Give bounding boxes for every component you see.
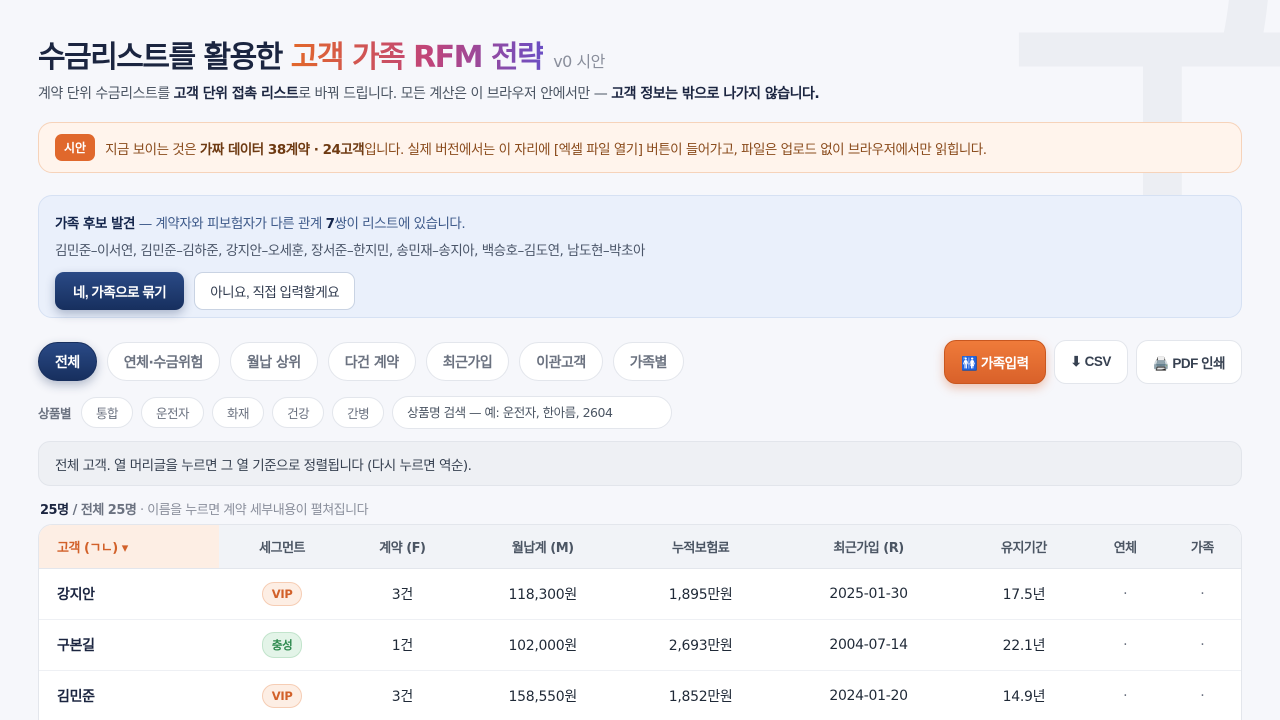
table-row[interactable]: 김민준 VIP 3건 158,550원 1,852만원 2024-01-20 1… bbox=[39, 670, 1241, 720]
tab-transferred[interactable]: 이관고객 bbox=[519, 342, 603, 381]
column-header-customer[interactable]: 고객 (ㄱㄴ) ▾ bbox=[39, 525, 220, 569]
column-header-overdue[interactable]: 연체 bbox=[1086, 525, 1164, 569]
recent-cell: 2025-01-30 bbox=[775, 568, 962, 620]
filter-chip-fire[interactable]: 화재 bbox=[212, 397, 265, 428]
column-header-monthly[interactable]: 월납계 (M) bbox=[460, 525, 626, 569]
contracts-cell: 3건 bbox=[344, 670, 461, 720]
contracts-cell: 3건 bbox=[344, 568, 461, 620]
product-filters: 상품별 통합 운전자 화재 건강 간병 bbox=[38, 396, 673, 429]
subtitle-emphasis: 고객 단위 접촉 리스트 bbox=[173, 86, 299, 102]
tenure-cell: 22.1년 bbox=[961, 619, 1087, 671]
cumulative-cell: 1,895만원 bbox=[625, 568, 776, 620]
tab-multi-contract[interactable]: 다건 계약 bbox=[327, 342, 416, 381]
tab-by-family[interactable]: 가족별 bbox=[612, 342, 684, 381]
family-cell: · bbox=[1163, 670, 1241, 720]
total-count: / 전체 25명 bbox=[68, 503, 137, 518]
title-accent: 고객 가족 RFM 전략 bbox=[290, 40, 545, 75]
product-filter-label: 상품별 bbox=[38, 406, 72, 421]
toolbar-actions: 🚻 가족입력 ⬇ CSV 🖨️ PDF 인쇄 bbox=[944, 340, 1242, 384]
customer-name[interactable]: 구본길 bbox=[39, 619, 220, 671]
table-row[interactable]: 구본길 충성 1건 102,000원 2,693만원 2004-07-14 22… bbox=[39, 619, 1241, 671]
result-count: 25명 / 전체 25명 · 이름을 누르면 계약 세부내용이 펼쳐집니다 bbox=[40, 499, 369, 518]
customer-table-container: 고객 (ㄱㄴ) ▾ 세그먼트 계약 (F) 월납계 (M) 누적보험료 최근가입… bbox=[38, 524, 1242, 720]
family-candidate-panel: 가족 후보 발견 — 계약자와 피보험자가 다른 관계 7쌍이 리스트에 있습니… bbox=[38, 195, 1242, 318]
family-actions: 네, 가족으로 묶기 아니요, 직접 입력할게요 bbox=[55, 272, 1225, 310]
tenure-cell: 17.5년 bbox=[961, 568, 1087, 620]
notice-text: 지금 보이는 것은 가짜 데이터 38계약 · 24고객입니다. 실제 버전에서… bbox=[105, 138, 987, 158]
subtitle-part: 계약 단위 수금리스트를 bbox=[38, 86, 174, 102]
subtitle-part: 로 바꿔 드립니다. 모든 계산은 이 브라우저 안에서만 — bbox=[298, 86, 612, 102]
count-hint: · 이름을 누르면 계약 세부내용이 펼쳐집니다 bbox=[136, 503, 369, 518]
column-header-family[interactable]: 가족 bbox=[1163, 525, 1241, 569]
filter-chip-driver[interactable]: 운전자 bbox=[141, 397, 205, 428]
confirm-family-button[interactable]: 네, 가족으로 묶기 bbox=[55, 272, 185, 310]
segment-badge: 충성 bbox=[261, 631, 303, 658]
segment-cell: VIP bbox=[219, 568, 345, 620]
family-cell: · bbox=[1163, 568, 1241, 620]
monthly-cell: 118,300원 bbox=[460, 568, 626, 620]
notice-text-part: 지금 보이는 것은 bbox=[105, 141, 200, 158]
filter-chip-health[interactable]: 건강 bbox=[272, 397, 325, 428]
cumulative-cell: 1,852만원 bbox=[625, 670, 776, 720]
tab-overdue-risk[interactable]: 연체·수금위험 bbox=[106, 342, 220, 381]
segment-badge: VIP bbox=[261, 683, 303, 708]
notice-text-part: 입니다. 실제 버전에서는 이 자리에 [엑셀 파일 열기] 버튼이 들어가고,… bbox=[364, 141, 987, 158]
pdf-print-button[interactable]: 🖨️ PDF 인쇄 bbox=[1135, 340, 1242, 384]
overdue-cell: · bbox=[1086, 568, 1164, 620]
family-summary-part: 쌍이 리스트에 있습니다. bbox=[334, 216, 466, 232]
sort-info-bar: 전체 고객. 열 머리글을 누르면 그 열 기준으로 정렬됩니다 (다시 누르면… bbox=[38, 441, 1242, 486]
monthly-cell: 102,000원 bbox=[460, 619, 626, 671]
customer-table: 고객 (ㄱㄴ) ▾ 세그먼트 계약 (F) 월납계 (M) 누적보험료 최근가입… bbox=[39, 525, 1241, 720]
tab-recent[interactable]: 최근가입 bbox=[425, 342, 510, 381]
segment-cell: 충성 bbox=[219, 619, 345, 671]
notice-emphasis: 가짜 데이터 38계약 · 24고객 bbox=[199, 141, 365, 158]
column-header-contracts[interactable]: 계약 (F) bbox=[344, 525, 461, 569]
family-panel-title: 가족 후보 발견 bbox=[55, 216, 135, 232]
column-header-recent[interactable]: 최근가입 (R) bbox=[775, 525, 962, 569]
table-header-row: 고객 (ㄱㄴ) ▾ 세그먼트 계약 (F) 월납계 (M) 누적보험료 최근가입… bbox=[39, 525, 1241, 569]
monthly-cell: 158,550원 bbox=[460, 670, 626, 720]
column-header-cumulative[interactable]: 누적보험료 bbox=[625, 525, 776, 569]
tab-all[interactable]: 전체 bbox=[38, 342, 97, 381]
column-header-segment[interactable]: 세그먼트 bbox=[219, 525, 345, 569]
tenure-cell: 14.9년 bbox=[961, 670, 1087, 720]
csv-export-button[interactable]: ⬇ CSV bbox=[1053, 340, 1128, 384]
family-summary: 가족 후보 발견 — 계약자와 피보험자가 다른 관계 7쌍이 리스트에 있습니… bbox=[55, 212, 1225, 232]
page-title: 수금리스트를 활용한 고객 가족 RFM 전략 bbox=[38, 32, 545, 76]
overdue-cell: · bbox=[1086, 619, 1164, 671]
background-watermark-glyph: 구 bbox=[1007, 0, 1280, 220]
subtitle-emphasis: 고객 정보는 밖으로 나가지 않습니다. bbox=[611, 86, 820, 102]
table-row[interactable]: 강지안 VIP 3건 118,300원 1,895만원 2025-01-30 1… bbox=[39, 568, 1241, 620]
filter-chip-integrated[interactable]: 통합 bbox=[81, 397, 134, 428]
filter-chip-care[interactable]: 간병 bbox=[332, 397, 385, 428]
shown-count: 25명 bbox=[40, 503, 69, 518]
preview-notice-banner: 시안 지금 보이는 것은 가짜 데이터 38계약 · 24고객입니다. 실제 버… bbox=[38, 122, 1242, 173]
recent-cell: 2024-01-20 bbox=[775, 670, 962, 720]
title-prefix: 수금리스트를 활용한 bbox=[38, 40, 291, 75]
family-input-button[interactable]: 🚻 가족입력 bbox=[944, 340, 1046, 384]
customer-name[interactable]: 강지안 bbox=[39, 568, 220, 620]
product-search-input[interactable] bbox=[392, 396, 673, 429]
version-label: v0 시안 bbox=[553, 52, 605, 71]
segment-cell: VIP bbox=[219, 670, 345, 720]
customer-name[interactable]: 김민준 bbox=[39, 670, 220, 720]
segment-tabs: 전체 연체·수금위험 월납 상위 다건 계약 최근가입 이관고객 가족별 bbox=[38, 342, 684, 381]
family-cell: · bbox=[1163, 619, 1241, 671]
manual-input-button[interactable]: 아니요, 직접 입력할게요 bbox=[194, 272, 356, 310]
segment-badge: VIP bbox=[261, 581, 303, 606]
family-pair-count: 7 bbox=[325, 216, 335, 232]
family-pairs-list: 김민준–이서연, 김민준–김하준, 강지안–오세훈, 장서준–한지민, 송민재–… bbox=[55, 243, 645, 259]
cumulative-cell: 2,693만원 bbox=[625, 619, 776, 671]
overdue-cell: · bbox=[1086, 670, 1164, 720]
tab-monthly-top[interactable]: 월납 상위 bbox=[229, 342, 318, 381]
contracts-cell: 1건 bbox=[344, 619, 461, 671]
family-summary-part: — 계약자와 피보험자가 다른 관계 bbox=[134, 216, 326, 232]
page-header: 수금리스트를 활용한 고객 가족 RFM 전략 v0 시안 bbox=[38, 32, 605, 76]
page-subtitle: 계약 단위 수금리스트를 고객 단위 접촉 리스트로 바꿔 드립니다. 모든 계… bbox=[38, 83, 820, 103]
preview-badge: 시안 bbox=[55, 134, 96, 161]
recent-cell: 2004-07-14 bbox=[775, 619, 962, 671]
column-header-tenure[interactable]: 유지기간 bbox=[961, 525, 1087, 569]
